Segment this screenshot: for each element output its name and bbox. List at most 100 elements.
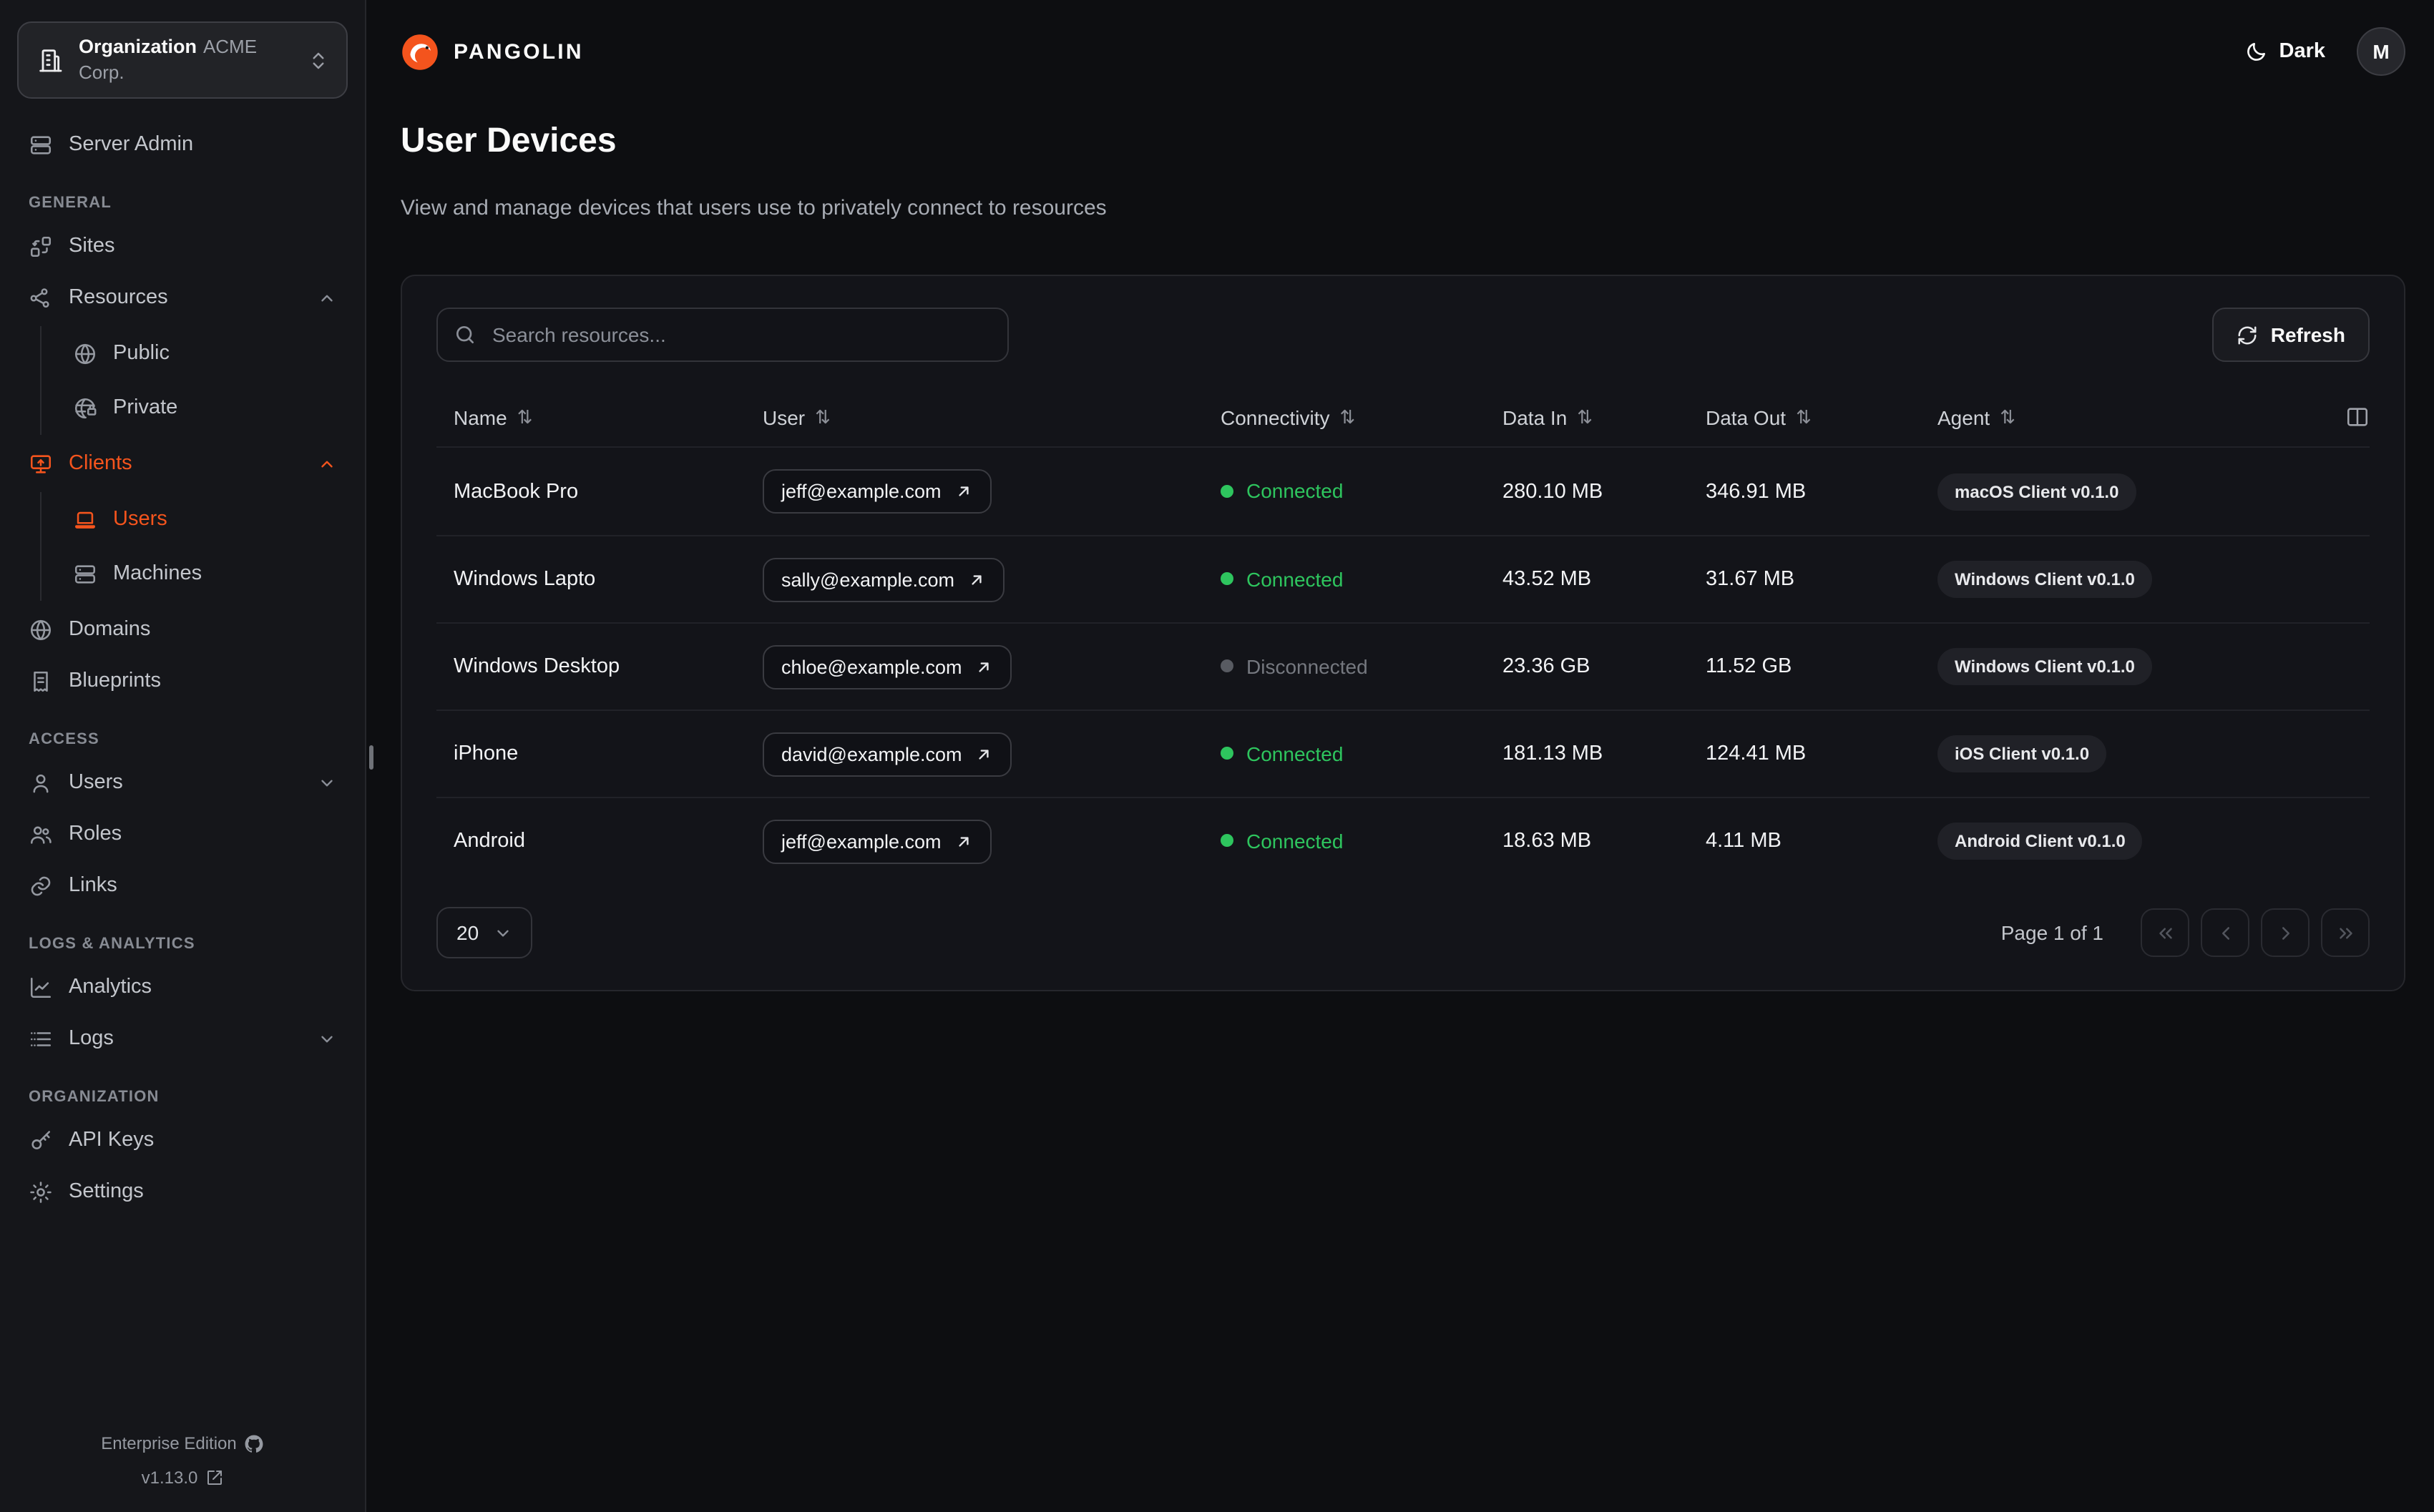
agent-badge: Windows Client v0.1.0 [1937, 648, 2152, 686]
user-link-button[interactable]: jeff@example.com [763, 469, 992, 514]
resources-subtree: Public Private [40, 326, 348, 435]
status-dot [1221, 572, 1233, 586]
sidebar-item-domains[interactable]: Domains [17, 604, 348, 655]
chart-icon [29, 975, 53, 999]
user-link-button[interactable]: jeff@example.com [763, 819, 992, 864]
avatar[interactable]: M [2357, 27, 2405, 76]
arrow-up-right-icon [975, 657, 994, 676]
panel-toolbar: Refresh [436, 308, 2370, 363]
sidebar-item-roles[interactable]: Roles [17, 808, 348, 860]
table-row: iPhone david@example.com Connected 181.1… [436, 710, 2370, 797]
column-header-name[interactable]: Name ⇅ [436, 406, 746, 428]
agent-badge: Android Client v0.1.0 [1937, 823, 2143, 860]
sidebar-item-blueprints[interactable]: Blueprints [17, 655, 348, 707]
sidebar-item-label: Resources [69, 286, 168, 309]
table-footer: 20 Page 1 of 1 [436, 907, 2370, 959]
data-in-value: 23.36 GB [1502, 655, 1590, 679]
column-header-data-out[interactable]: Data Out ⇅ [1688, 406, 1920, 428]
column-header-connectivity[interactable]: Connectivity ⇅ [1203, 406, 1485, 428]
sidebar-item-clients[interactable]: Clients [17, 438, 348, 489]
section-label-access: ACCESS [29, 731, 99, 748]
globe-icon [73, 341, 97, 365]
page-size-select[interactable]: 20 [436, 907, 532, 959]
user-link-button[interactable]: sally@example.com [763, 557, 1005, 602]
resources-icon [29, 285, 53, 310]
next-page-button[interactable] [2261, 908, 2310, 958]
section-label-general: GENERAL [29, 195, 112, 212]
sidebar-item-label: Clients [69, 452, 132, 475]
sidebar-item-links[interactable]: Links [17, 860, 348, 911]
data-out-value: 31.67 MB [1706, 568, 1795, 591]
sites-icon [29, 234, 53, 258]
connectivity-status: Connected [1221, 568, 1343, 591]
sidebar-item-server-admin[interactable]: Server Admin [17, 119, 348, 170]
sidebar-item-label: Domains [69, 618, 151, 641]
column-header-agent[interactable]: Agent ⇅ [1920, 406, 2332, 428]
page-subtitle: View and manage devices that users use t… [401, 196, 1107, 221]
sidebar-item-settings[interactable]: Settings [17, 1166, 348, 1217]
refresh-button[interactable]: Refresh [2211, 308, 2370, 363]
device-name: Windows Desktop [454, 655, 620, 679]
search-icon [454, 323, 476, 346]
sidebar-item-machines[interactable]: Machines [62, 546, 348, 601]
sidebar-item-users-access[interactable]: Users [17, 757, 348, 808]
page-title: User Devices [401, 122, 617, 160]
user-link-button[interactable]: chloe@example.com [763, 644, 1012, 689]
prev-page-button[interactable] [2201, 908, 2249, 958]
brand-name: PANGOLIN [454, 39, 584, 64]
building-icon [36, 46, 64, 74]
first-page-button[interactable] [2141, 908, 2189, 958]
table-row: Windows Desktop chloe@example.com Discon… [436, 622, 2370, 710]
list-icon [29, 1026, 53, 1051]
sidebar-item-label: Blueprints [69, 669, 161, 692]
sidebar-item-resources[interactable]: Resources [17, 272, 348, 323]
key-icon [29, 1128, 53, 1152]
sidebar-item-logs[interactable]: Logs [17, 1013, 348, 1064]
sort-icon: ⇅ [1339, 406, 1356, 428]
user-link-button[interactable]: david@example.com [763, 732, 1012, 777]
sidebar-item-private[interactable]: Private [62, 381, 348, 435]
org-selector[interactable]: Organization ACME Corp. [17, 21, 348, 99]
arrow-up-right-icon [954, 482, 973, 501]
scrollbar-thumb[interactable] [369, 745, 373, 770]
sidebar-footer: Enterprise Edition v1.13.0 [17, 1429, 348, 1492]
sort-icon: ⇅ [2000, 406, 2015, 428]
chevron-down-icon [318, 773, 336, 792]
column-visibility-icon[interactable] [2332, 405, 2370, 429]
app-root: Organization ACME Corp. Server Admin GEN… [0, 0, 2434, 1512]
brand-logo[interactable]: PANGOLIN [401, 32, 584, 71]
page-size-value: 20 [456, 921, 479, 945]
data-in-value: 181.13 MB [1502, 742, 1603, 766]
section-label-logs-analytics: LOGS & ANALYTICS [29, 936, 195, 953]
version-label: v1.13.0 [141, 1468, 198, 1488]
status-dot [1221, 484, 1233, 498]
main-content: PANGOLIN Dark M User Devices View and ma… [366, 0, 2434, 1512]
last-page-button[interactable] [2321, 908, 2370, 958]
sidebar-item-api-keys[interactable]: API Keys [17, 1114, 348, 1166]
sidebar-item-public[interactable]: Public [62, 326, 348, 381]
globe-lock-icon [73, 396, 97, 420]
sidebar-item-users-clients[interactable]: Users [62, 492, 348, 546]
arrow-up-right-icon [967, 570, 986, 589]
table-row: Windows Lapto sally@example.com Connecte… [436, 535, 2370, 622]
column-header-data-in[interactable]: Data In ⇅ [1485, 406, 1688, 428]
chevron-down-icon [493, 923, 512, 942]
search-wrap [436, 308, 1009, 363]
agent-badge: iOS Client v0.1.0 [1937, 735, 2107, 773]
sidebar-item-sites[interactable]: Sites [17, 220, 348, 272]
gear-icon [29, 1179, 53, 1204]
column-header-user[interactable]: User ⇅ [746, 406, 1203, 428]
refresh-icon [2237, 324, 2258, 345]
search-input[interactable] [436, 308, 1009, 363]
theme-toggle[interactable]: Dark [2245, 40, 2325, 63]
version-link[interactable]: v1.13.0 [17, 1463, 348, 1492]
topbar: PANGOLIN Dark M [401, 0, 2405, 103]
clients-subtree: Users Machines [40, 492, 348, 601]
edition-link[interactable]: Enterprise Edition [17, 1429, 348, 1458]
chevron-right-icon [2282, 926, 2289, 939]
users-icon [29, 822, 53, 846]
data-in-value: 18.63 MB [1502, 830, 1592, 853]
chevron-down-icon [318, 1029, 336, 1048]
sidebar-item-analytics[interactable]: Analytics [17, 961, 348, 1013]
org-label: Organization [79, 36, 197, 57]
